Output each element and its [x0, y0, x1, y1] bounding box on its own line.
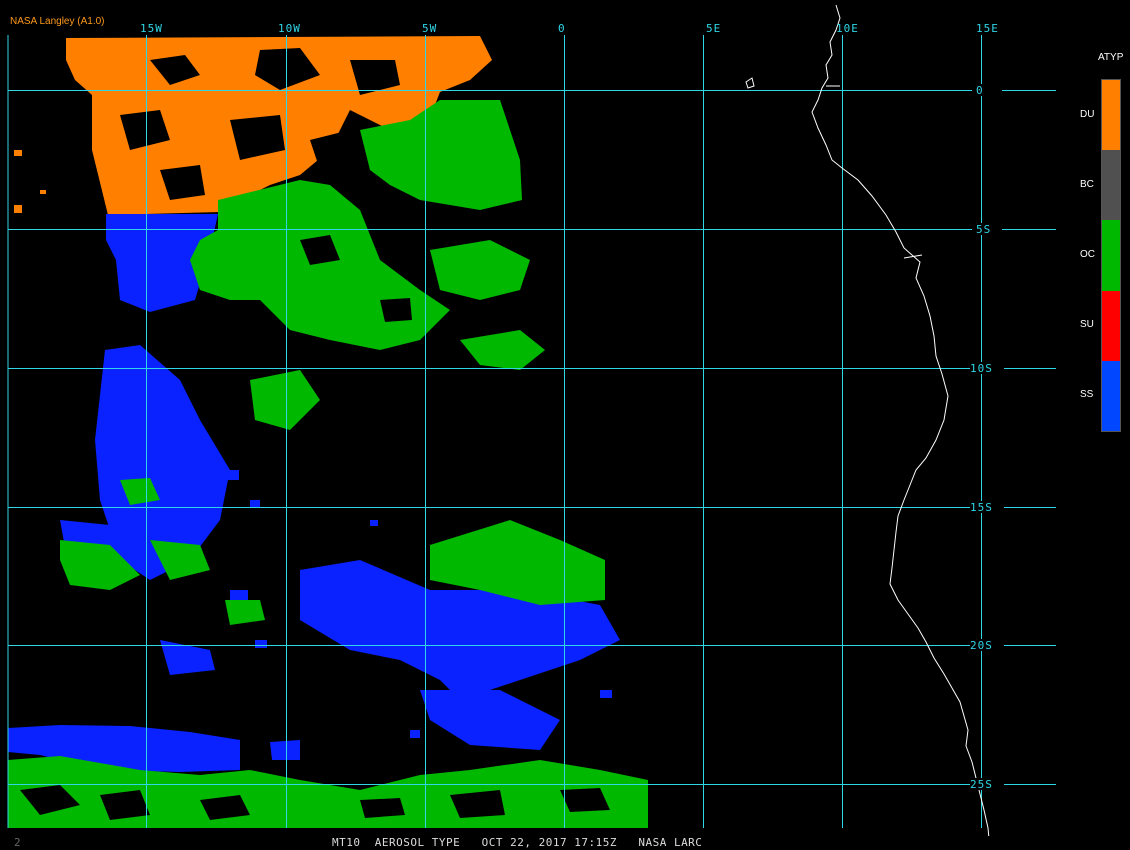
legend-label-oc: OC: [1080, 249, 1095, 260]
frame-number: 2: [14, 836, 21, 849]
lat-label-20s: 20S: [970, 639, 993, 652]
legend-swatch-ss: [1102, 360, 1120, 432]
product-code: MT10: [332, 836, 361, 849]
lat-label-25s: 25S: [970, 778, 993, 791]
legend-swatch-bc: [1102, 150, 1120, 221]
legend-swatch-du: [1102, 80, 1120, 151]
lon-label-5w: 5W: [422, 22, 437, 35]
field-name: AEROSOL TYPE: [374, 836, 461, 849]
lon-label-5e: 5E: [706, 22, 721, 35]
legend-label-ss: SS: [1080, 389, 1094, 400]
footer-caption: MT10 AEROSOL TYPE OCT 22, 2017 17:15Z NA…: [332, 836, 702, 849]
lon-label-10e: 10E: [836, 22, 859, 35]
legend-swatch-oc: [1102, 220, 1120, 291]
legend: ATYP DU BC OC SU SS: [1078, 52, 1128, 432]
data-source: NASA LARC: [638, 836, 703, 849]
status-footer: 2 MT10 AEROSOL TYPE OCT 22, 2017 17:15Z …: [0, 836, 1130, 850]
lat-label-15s: 15S: [970, 501, 993, 514]
legend-title: ATYP: [1098, 52, 1124, 63]
legend-colorbar: [1101, 79, 1121, 432]
lon-label-15e: 15E: [976, 22, 999, 35]
lon-label-10w: 10W: [278, 22, 301, 35]
lon-label-15w: 15W: [140, 22, 163, 35]
lat-label-0: 0: [976, 84, 984, 97]
legend-label-su: SU: [1080, 319, 1094, 330]
credit-label: NASA Langley (A1.0): [10, 16, 105, 27]
lat-label-10s: 10S: [970, 362, 993, 375]
aerosol-type-map: 15W 10W 5W 0 5E 10E 15E 0 5S 10S 15S 20S…: [0, 0, 1130, 850]
lat-label-5s: 5S: [976, 223, 991, 236]
legend-label-bc: BC: [1080, 179, 1094, 190]
legend-swatch-su: [1102, 290, 1120, 361]
lon-label-0: 0: [558, 22, 566, 35]
valid-datetime: OCT 22, 2017 17:15Z: [481, 836, 617, 849]
legend-label-du: DU: [1080, 109, 1095, 120]
